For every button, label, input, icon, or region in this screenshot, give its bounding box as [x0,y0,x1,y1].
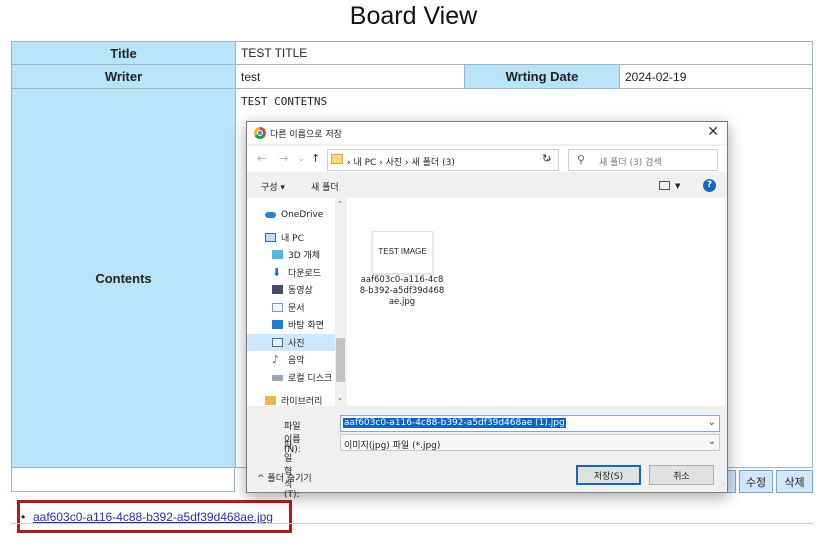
nav-item-downloads[interactable]: ⬇ 다운로드 [247,264,346,281]
desktop-icon [272,320,283,329]
edit-button[interactable]: 수정 [739,470,773,493]
chevron-down-icon[interactable]: ⌄ [708,436,716,447]
delete-button[interactable]: 삭제 [776,470,813,493]
chevron-up-icon: ^ [257,474,265,484]
title-value: TEST TITLE [235,41,813,65]
address-bar[interactable]: › 내 PC › 사진 › 새 폴더 (3) ⌄ [327,149,559,171]
cloud-icon [265,211,276,218]
scroll-up-icon[interactable]: ⌃ [337,200,343,208]
attachment-highlight: • aaf603c0-a116-4c88-b392-a5df39d468ae.j… [17,500,292,533]
resize-grip-icon[interactable]: ⋰ [718,482,725,490]
nav-item-onedrive[interactable]: OneDrive [247,206,346,223]
file-item-name[interactable]: aaf603c0-a116-4c88-b392-a5df39d468ae.jpg [359,275,445,308]
recent-chevron-icon[interactable]: ⌄ [298,154,305,163]
filetype-value: 이미지(jpg) 파일 (*.jpg) [344,441,441,451]
video-icon [272,285,283,294]
nav-item-documents[interactable]: 문서 [247,299,346,316]
scroll-down-icon[interactable]: ⌄ [337,394,343,402]
cancel-button[interactable]: 취소 [649,465,714,485]
chrome-icon [254,127,266,139]
up-icon[interactable]: ↑ [311,152,320,165]
music-icon: ♪ [272,353,280,366]
attachment-link[interactable]: • aaf603c0-a116-4c88-b392-a5df39d468ae.j… [21,510,273,524]
nav-scrollbar[interactable]: ⌃ ⌄ [335,198,346,406]
nav-item-my-pc[interactable]: 내 PC [247,229,346,246]
address-path: › 내 PC › 사진 › 새 폴더 (3) [347,158,455,168]
contents-label: Contents [11,88,236,468]
search-placeholder: 새 폴더 (3) 검색 [599,158,662,168]
title-label: Title [11,41,236,65]
divider [11,523,813,524]
hide-folders-toggle[interactable]: ^ 폴더 숨기기 [257,471,312,484]
forward-icon[interactable]: → [279,152,288,165]
chevron-down-icon[interactable]: ⌄ [708,417,716,428]
pc-icon [265,233,276,242]
scroll-thumb[interactable] [336,338,345,382]
nav-item-3d-objects[interactable]: 3D 개체 [247,246,346,263]
nav-item-music[interactable]: ♪ 음악 [247,351,346,368]
library-icon [265,396,276,405]
pictures-icon [272,338,283,347]
download-icon: ⬇ [272,266,282,279]
save-button[interactable]: 저장(S) [576,465,641,485]
attachment-filename[interactable]: aaf603c0-a116-4c88-b392-a5df39d468ae.jpg [33,510,273,524]
page-title: Board View [349,2,478,30]
filetype-label: 파일 형식(T): [284,441,300,500]
nav-item-libraries[interactable]: 라이브러리 [247,392,346,406]
view-chevron-icon[interactable]: ▼ [675,182,680,190]
file-pane: TEST IMAGE aaf603c0-a116-4c88-b392-a5df3… [347,198,725,406]
disk-icon [272,374,283,381]
back-icon[interactable]: ← [257,152,266,165]
help-icon[interactable]: ? [703,179,716,192]
dialog-titlebar: 다른 이름으로 저장 ✕ [247,122,727,144]
navigation-pane: OneDrive 내 PC 3D 개체 ⬇ 다운로드 동영상 문서 바탕 화면 [247,198,346,406]
view-icon[interactable] [659,181,670,190]
organize-menu[interactable]: 구성 ▾ [261,180,285,193]
dialog-toolbar: 구성 ▾ 새 폴더 ▼ ? [247,174,727,198]
search-input[interactable]: ⚲ 새 폴더 (3) 검색 [568,149,718,171]
filetype-select[interactable]: 이미지(jpg) 파일 (*.jpg) ⌄ [340,434,720,451]
writer-value: test [235,64,465,89]
nav-item-local-disk[interactable]: 로컬 디스크 [247,369,346,386]
cube-icon [272,250,283,259]
writer-label: Writer [11,64,236,89]
file-thumbnail[interactable]: TEST IMAGE [372,231,433,274]
nav-item-desktop[interactable]: 바탕 화면 [247,316,346,333]
address-row: ← → ⌄ ↑ › 내 PC › 사진 › 새 폴더 (3) ⌄ ↻ ⚲ 새 폴… [247,146,727,172]
dialog-title: 다른 이름으로 저장 [270,130,342,140]
save-as-dialog: 다른 이름으로 저장 ✕ ← → ⌄ ↑ › 내 PC › 사진 › 새 폴더 … [246,121,728,500]
search-icon: ⚲ [577,153,586,166]
filename-value[interactable]: aaf603c0-a116-4c88-b392-a5df39d468ae (1)… [343,418,566,428]
filename-field[interactable]: aaf603c0-a116-4c88-b392-a5df39d468ae (1)… [340,415,720,432]
date-label: Wrting Date [464,64,620,89]
document-icon [272,303,283,312]
close-icon[interactable]: ✕ [707,124,719,140]
bullet-icon: • [21,510,26,524]
nav-item-videos[interactable]: 동영상 [247,281,346,298]
new-folder-button[interactable]: 새 폴더 [311,180,339,193]
refresh-icon[interactable]: ↻ [542,152,551,165]
folder-icon [331,154,343,164]
contents-value: TEST CONTETNS [241,95,328,108]
footer-cell [11,468,235,492]
date-value: 2024-02-19 [619,64,813,89]
nav-item-pictures[interactable]: 사진 [247,334,346,351]
thumbnail-text: TEST IMAGE [378,247,427,256]
